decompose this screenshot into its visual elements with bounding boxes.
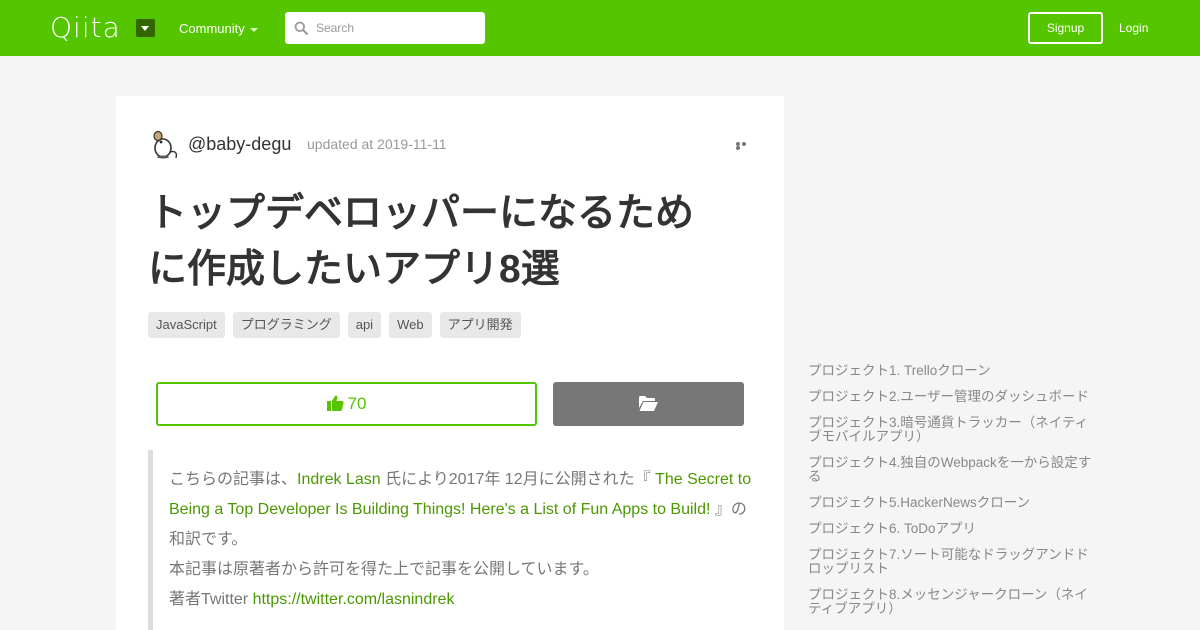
like-button[interactable]: 70 — [156, 382, 537, 426]
tag-programming[interactable]: プログラミング — [232, 312, 340, 338]
quote-paragraph-3: 著者Twitter https://twitter.com/lasnindrek — [169, 585, 758, 615]
twitter-label: 著者Twitter — [169, 591, 253, 608]
tag-api[interactable]: api — [347, 312, 382, 338]
author-username[interactable]: @baby-degu — [188, 133, 291, 155]
toc-item[interactable]: プロジェクト7.ソート可能なドラッグアンドドロップリスト — [808, 548, 1098, 576]
tag-list: JavaScript プログラミング api Web アプリ開発 — [148, 312, 529, 338]
toc-item[interactable]: プロジェクト6. ToDoアプリ — [808, 522, 1098, 536]
quote-text: 氏により2017年 12月に公開された『 — [380, 471, 656, 488]
author-link[interactable]: Indrek Lasn — [297, 471, 381, 488]
translation-notice-quote: こちらの記事は、Indrek Lasn 氏により2017年 12月に公開された『… — [148, 450, 758, 630]
stock-button[interactable] — [553, 382, 744, 426]
article-title: トップデベロッパーになるため に作成したいアプリ8選 — [148, 186, 748, 298]
article-title-line-2: に作成したいアプリ8選 — [148, 248, 560, 291]
search-icon — [294, 21, 308, 35]
twitter-link[interactable]: https://twitter.com/lasnindrek — [253, 591, 455, 608]
updated-date: updated at 2019-11-11 — [307, 136, 447, 152]
search-box[interactable] — [285, 12, 485, 44]
community-menu[interactable]: Community — [179, 21, 245, 37]
global-header: Qiita Community Signup Login — [0, 0, 1200, 56]
article-title-line-1: トップデベロッパーになるため — [148, 192, 695, 235]
quote-paragraph-1: こちらの記事は、Indrek Lasn 氏により2017年 12月に公開された『… — [169, 465, 758, 555]
signup-button[interactable]: Signup — [1028, 12, 1103, 44]
tag-web[interactable]: Web — [389, 312, 432, 338]
more-options-icon[interactable] — [736, 142, 752, 150]
folder-open-icon — [639, 396, 658, 411]
qiita-logo[interactable]: Qiita — [50, 12, 121, 44]
quote-paragraph-2: 本記事は原著者から許可を得た上で記事を公開しています。 — [169, 561, 599, 578]
toc-item[interactable]: プロジェクト5.HackerNewsクローン — [808, 496, 1098, 510]
toc-item[interactable]: プロジェクト4.独自のWebpackを一から設定する — [808, 456, 1098, 484]
toc-item[interactable]: プロジェクト8.メッセンジャークローン（ネイティブアプリ） — [808, 588, 1098, 616]
toc-item[interactable]: プロジェクト1. Trelloクローン — [808, 364, 1098, 378]
toc-item[interactable]: プロジェクト2.ユーザー管理のダッシュボード — [808, 390, 1098, 404]
table-of-contents: プロジェクト1. Trelloクローン プロジェクト2.ユーザー管理のダッシュボ… — [808, 364, 1098, 628]
tag-app-development[interactable]: アプリ開発 — [439, 312, 521, 338]
search-input[interactable] — [316, 12, 481, 44]
avatar[interactable] — [148, 128, 180, 160]
thumbs-up-icon — [326, 395, 344, 411]
logo-menu-caret-icon[interactable] — [136, 19, 155, 37]
login-link[interactable]: Login — [1119, 20, 1148, 36]
community-chevron-down-icon[interactable] — [250, 28, 258, 32]
quote-text: こちらの記事は、 — [169, 471, 298, 488]
like-count: 70 — [347, 394, 367, 413]
tag-javascript[interactable]: JavaScript — [148, 312, 225, 338]
toc-item[interactable]: プロジェクト3.暗号通貨トラッカー（ネイティブモバイルアプリ） — [808, 416, 1098, 444]
